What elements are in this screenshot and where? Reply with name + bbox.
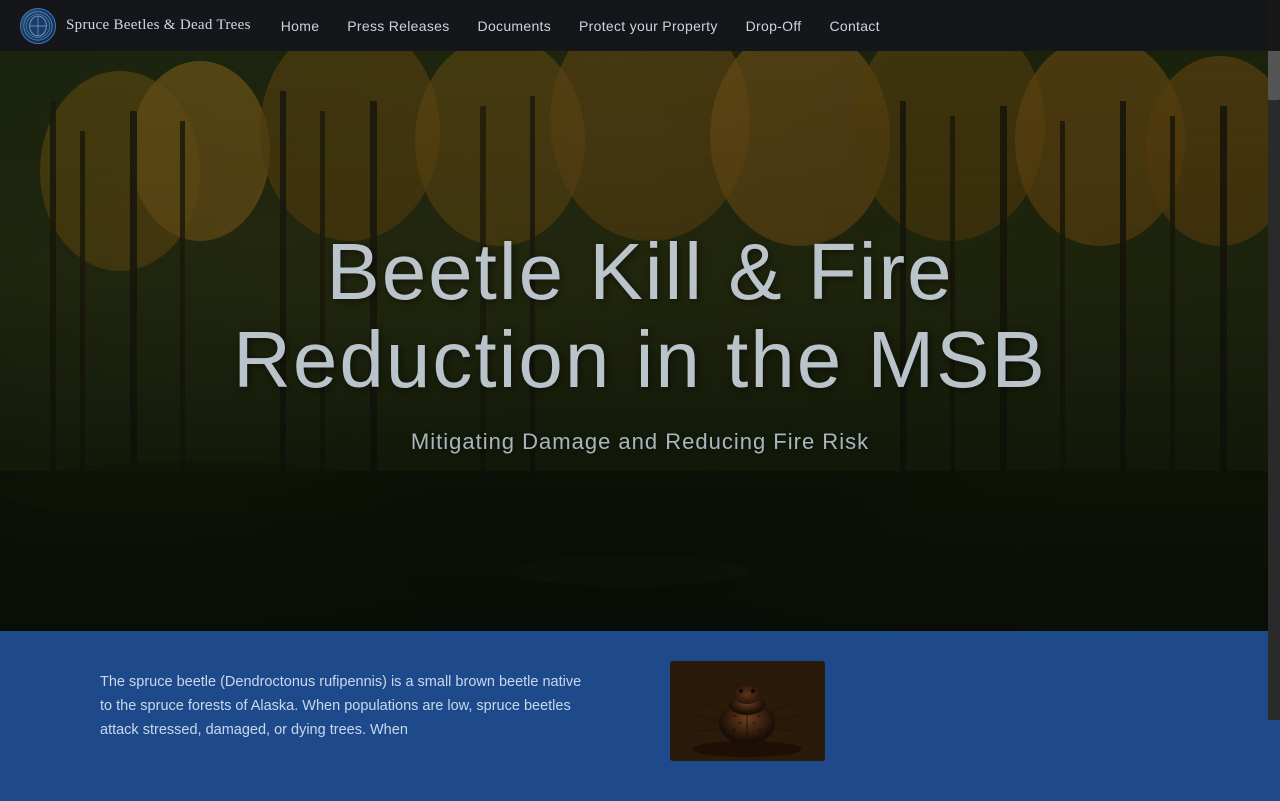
navbar: Spruce Beetles & Dead Trees Home Press R… xyxy=(0,0,1280,51)
nav-links: Home Press Releases Documents Protect yo… xyxy=(281,18,880,34)
nav-documents[interactable]: Documents xyxy=(478,18,552,34)
hero-title-line2: Reduction in the MSB xyxy=(233,315,1047,404)
hero-section: Beetle Kill & Fire Reduction in the MSB … xyxy=(0,51,1280,631)
beetle-image-container xyxy=(670,661,825,761)
nav-logo[interactable]: Spruce Beetles & Dead Trees xyxy=(20,8,251,44)
beetle-description: The spruce beetle (Dendroctonus rufipenn… xyxy=(100,671,590,743)
hero-title-line1: Beetle Kill & Fire xyxy=(326,227,953,316)
beetle-photo xyxy=(670,661,825,761)
hero-title: Beetle Kill & Fire Reduction in the MSB xyxy=(233,228,1047,404)
nav-home[interactable]: Home xyxy=(281,18,320,34)
site-logo-icon xyxy=(20,8,56,44)
hero-subtitle: Mitigating Damage and Reducing Fire Risk xyxy=(411,429,869,455)
hero-content: Beetle Kill & Fire Reduction in the MSB … xyxy=(0,51,1280,631)
nav-contact[interactable]: Contact xyxy=(829,18,879,34)
bottom-info-section: The spruce beetle (Dendroctonus rufipenn… xyxy=(0,631,1280,801)
nav-site-title: Spruce Beetles & Dead Trees xyxy=(66,17,251,34)
nav-drop-off[interactable]: Drop-Off xyxy=(746,18,802,34)
nav-protect-property[interactable]: Protect your Property xyxy=(579,18,718,34)
nav-press-releases[interactable]: Press Releases xyxy=(347,18,449,34)
